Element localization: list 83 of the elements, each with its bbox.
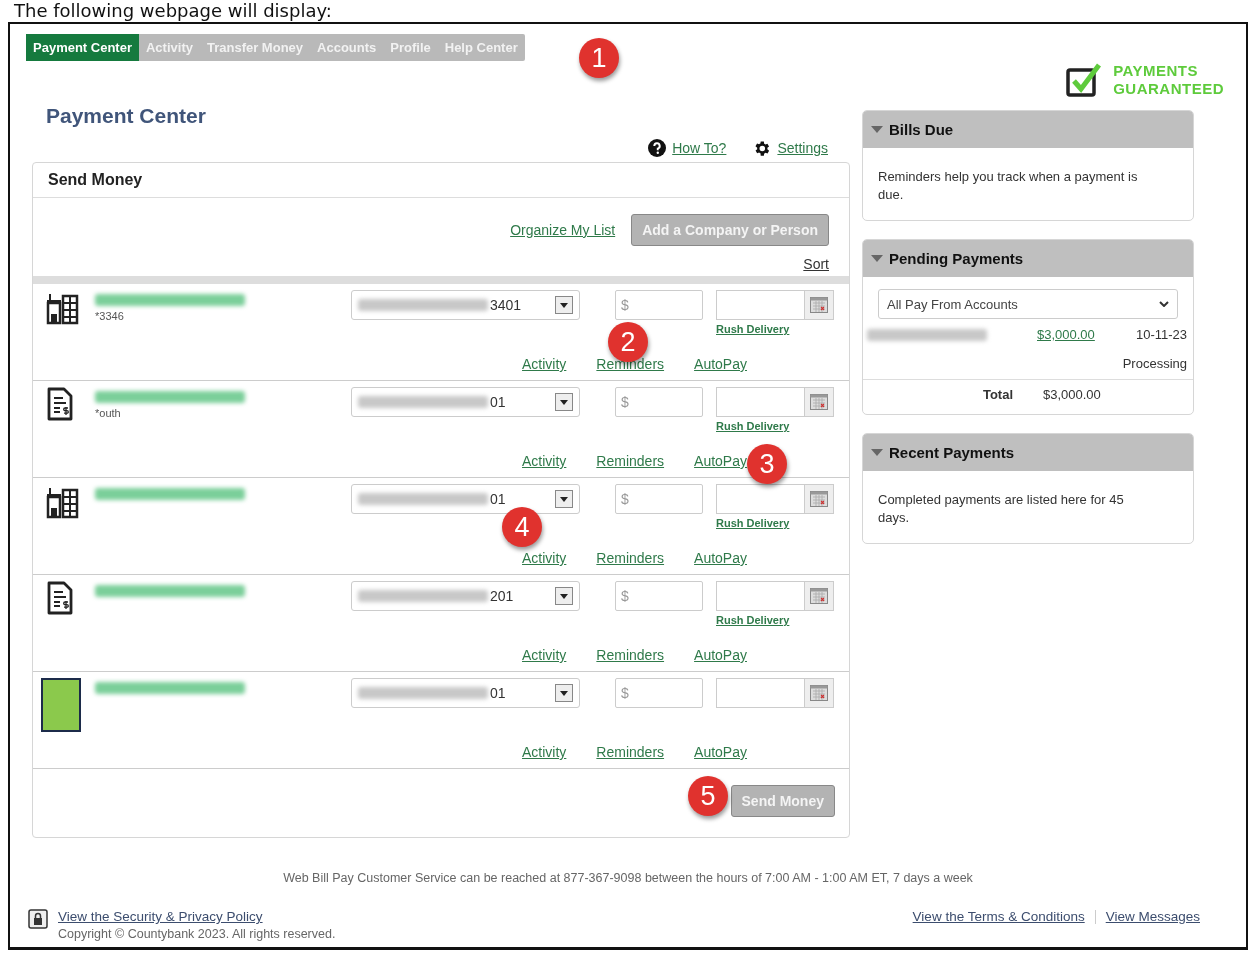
payee-link[interactable]: AutoPay	[694, 453, 747, 469]
calendar-icon	[810, 297, 828, 313]
logo-placeholder-icon	[41, 678, 81, 732]
card-title: Send Money	[33, 163, 849, 198]
total-amount: $3,000.00	[1043, 387, 1102, 402]
pay-from-select[interactable]: 01	[351, 484, 580, 514]
payee-link[interactable]: AutoPay	[694, 647, 747, 663]
panel-title: Pending Payments	[889, 250, 1024, 267]
footer-link[interactable]: View the Terms & Conditions	[912, 909, 1085, 924]
panel-title: Bills Due	[889, 121, 954, 138]
panel-text: Completed payments are listed here for 45 days.	[877, 491, 1125, 527]
nav-tab[interactable]: Payment Center	[26, 34, 139, 61]
footer-link[interactable]: View Messages	[1105, 909, 1200, 924]
payee-link[interactable]: Reminders	[596, 550, 665, 566]
payee-link[interactable]: AutoPay	[694, 356, 747, 372]
account-filter-select[interactable]: All Pay From Accounts	[878, 289, 1178, 319]
customer-service-text: Web Bill Pay Customer Service can be reached at 877-367-9098 between the hours of 7:00 AM - 1:00 AM ET, 7 days a week	[282, 871, 974, 885]
amount-field[interactable]: $	[615, 387, 703, 417]
rush-delivery-link[interactable]: Rush Delivery	[716, 517, 834, 529]
account-suffix: 3401	[490, 297, 522, 313]
calendar-icon	[810, 685, 828, 701]
payee-link[interactable]: AutoPay	[694, 550, 747, 566]
dropdown-caret-icon	[555, 684, 573, 702]
account-number: *3346	[95, 310, 125, 322]
security-policy-link[interactable]: View the Security & Privacy Policy	[58, 909, 336, 924]
amount-field[interactable]: $	[615, 290, 703, 320]
panel-text: Reminders help you track when a payment is due.	[877, 168, 1139, 204]
account-number: *outh	[95, 407, 122, 419]
pay-from-select[interactable]: 01	[351, 678, 580, 708]
help-icon	[648, 139, 667, 157]
bill-icon	[45, 387, 75, 421]
payee-link[interactable]: Activity	[522, 744, 567, 760]
date-field[interactable]	[716, 290, 834, 320]
payee-link[interactable]: Reminders	[596, 453, 665, 469]
payee-link[interactable]: Activity	[522, 453, 567, 469]
check-logo-icon	[1065, 62, 1104, 98]
payee-link[interactable]: Activity	[522, 647, 567, 663]
total-label: Total	[981, 387, 1013, 402]
dropdown-caret-icon	[555, 393, 573, 411]
payment-amount-link[interactable]: $3,000.00	[1037, 327, 1122, 342]
payment-date: 10-11-23	[1134, 327, 1187, 342]
payee-link[interactable]: AutoPay	[694, 744, 747, 760]
date-field[interactable]	[716, 678, 834, 708]
payee-link[interactable]: Reminders	[596, 647, 665, 663]
organize-link[interactable]: Organize My List	[510, 222, 616, 238]
date-field[interactable]	[716, 581, 834, 611]
dropdown-caret-icon	[555, 490, 573, 508]
step-marker: 1	[579, 38, 619, 78]
rush-delivery-link[interactable]: Rush Delivery	[716, 420, 834, 432]
help-link[interactable]: How To?	[648, 139, 727, 157]
account-suffix: 01	[490, 685, 506, 701]
amount-field[interactable]: $	[615, 484, 703, 514]
amount-field[interactable]: $	[615, 581, 703, 611]
date-field[interactable]	[716, 484, 834, 514]
amount-field[interactable]: $	[615, 678, 703, 708]
pay-from-select[interactable]: 3401	[351, 290, 580, 320]
account-suffix: 201	[490, 588, 514, 604]
lock-icon	[28, 909, 48, 929]
rush-delivery-link[interactable]: Rush Delivery	[716, 323, 834, 335]
panel-title: Recent Payments	[889, 444, 1015, 461]
guarantee-badge-text: PAYMENTS GUARANTEED	[1113, 62, 1224, 98]
calendar-icon	[810, 588, 828, 604]
account-suffix: 01	[490, 394, 506, 410]
copyright-text: Copyright © Countybank 2023. All rights reserved.	[58, 927, 336, 941]
rush-delivery-link[interactable]: Rush Delivery	[716, 614, 834, 626]
sort-link[interactable]: Sort	[803, 256, 829, 272]
pay-from-select[interactable]: 01	[351, 387, 580, 417]
page-title: Payment Center	[46, 104, 207, 128]
payee-link[interactable]: Activity	[522, 356, 567, 372]
payment-status: Processing	[1122, 356, 1187, 371]
bill-icon	[45, 581, 75, 615]
date-field[interactable]	[716, 387, 834, 417]
calendar-icon	[810, 491, 828, 507]
account-suffix: 01	[490, 491, 506, 507]
dropdown-caret-icon	[555, 587, 573, 605]
dropdown-caret-icon	[555, 296, 573, 314]
payee-link[interactable]: Reminders	[596, 744, 665, 760]
pay-from-select[interactable]: 201	[351, 581, 580, 611]
calendar-icon	[810, 394, 828, 410]
payee-link[interactable]: Activity	[522, 550, 567, 566]
settings-link[interactable]: Settings	[752, 138, 828, 158]
chevron-icon	[1159, 301, 1169, 307]
document-caption: The following webpage will display:	[13, 0, 333, 22]
